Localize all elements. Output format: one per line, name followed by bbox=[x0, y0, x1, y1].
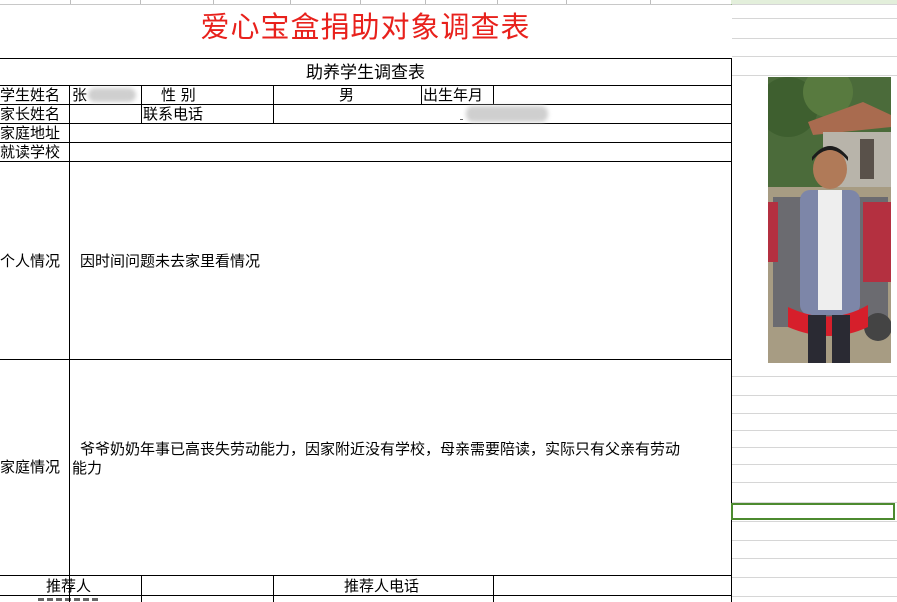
phone-dash bbox=[460, 119, 463, 120]
sheet-gridline bbox=[732, 376, 897, 377]
selected-cell[interactable] bbox=[731, 503, 895, 520]
col-divider bbox=[141, 575, 142, 602]
column-header-tick bbox=[140, 0, 141, 4]
sheet-gridline bbox=[732, 75, 897, 76]
column-header-tick bbox=[360, 0, 361, 4]
sheet-gridline bbox=[732, 4, 897, 5]
cut-off-row-label bbox=[38, 596, 98, 602]
column-header-tick bbox=[70, 0, 71, 4]
redacted-phone bbox=[466, 106, 548, 122]
col-divider bbox=[273, 575, 274, 602]
column-header-strip bbox=[0, 0, 731, 5]
student-name-value[interactable]: 张 bbox=[72, 86, 87, 104]
label-address: 家庭地址 bbox=[0, 124, 61, 142]
label-personal: 个人情况 bbox=[0, 252, 61, 270]
label-column-divider bbox=[69, 85, 70, 602]
column-header-tick bbox=[290, 0, 291, 4]
column-header-tick bbox=[425, 0, 426, 4]
column-header-tick bbox=[650, 0, 651, 4]
label-parent-name: 家长姓名 bbox=[0, 105, 61, 123]
row-border bbox=[0, 85, 732, 86]
sheet-gridline bbox=[732, 521, 897, 522]
row-border bbox=[0, 161, 732, 162]
col-divider bbox=[493, 85, 494, 104]
column-header-tick bbox=[213, 0, 214, 4]
photo-illustration bbox=[768, 77, 891, 363]
family-value-line2: 能力 bbox=[72, 459, 103, 477]
label-recommender-phone: 推荐人电话 bbox=[344, 577, 420, 595]
column-header-tick bbox=[566, 0, 567, 4]
sheet-gridline bbox=[732, 540, 897, 541]
sheet-gridline bbox=[732, 38, 897, 39]
row-border bbox=[0, 142, 732, 143]
row-border bbox=[0, 575, 732, 576]
row-border bbox=[0, 123, 732, 124]
row-border bbox=[0, 595, 732, 596]
col-divider bbox=[493, 575, 494, 602]
form-subtitle: 助养学生调查表 bbox=[306, 63, 425, 83]
sheet-gridline bbox=[732, 430, 897, 431]
sheet-gridline bbox=[732, 596, 897, 597]
sheet-gridline bbox=[732, 18, 897, 19]
sheet-gridline bbox=[732, 447, 897, 448]
label-birth: 出生年月 bbox=[423, 86, 484, 104]
sheet-gridline bbox=[732, 56, 897, 57]
column-header-tick bbox=[497, 0, 498, 4]
sheet-gridline bbox=[732, 395, 897, 396]
sheet-gridline bbox=[732, 558, 897, 559]
family-value-line1[interactable]: 爷爷奶奶年事已高丧失劳动能力，因家附近没有学校，母亲需要陪读，实际只有父亲有劳动 bbox=[80, 440, 680, 458]
row-border bbox=[0, 359, 732, 360]
table-right-border bbox=[731, 58, 732, 602]
col-divider bbox=[141, 85, 142, 123]
redacted-student-name bbox=[88, 88, 136, 102]
label-gender: 性 别 bbox=[161, 86, 196, 104]
col-divider bbox=[273, 85, 274, 123]
personal-value[interactable]: 因时间问题未去家里看情况 bbox=[80, 252, 260, 270]
form-title: 爱心宝盒捐助对象调查表 bbox=[200, 10, 531, 44]
label-student-name: 学生姓名 bbox=[0, 86, 61, 104]
sheet-gridline bbox=[732, 413, 897, 414]
label-school: 就读学校 bbox=[0, 143, 61, 161]
label-recommender: 推荐人 bbox=[46, 577, 92, 595]
table-top-border bbox=[0, 58, 732, 59]
label-family: 家庭情况 bbox=[0, 458, 61, 476]
label-phone: 联系电话 bbox=[143, 105, 204, 123]
sheet-gridline bbox=[732, 464, 897, 465]
col-divider bbox=[421, 85, 422, 104]
boy-in-grey-jacket-photo[interactable] bbox=[768, 77, 891, 363]
sheet-gridline bbox=[732, 577, 897, 578]
row-border bbox=[0, 104, 732, 105]
sheet-gridline bbox=[732, 482, 897, 483]
gender-value[interactable]: 男 bbox=[339, 86, 354, 104]
